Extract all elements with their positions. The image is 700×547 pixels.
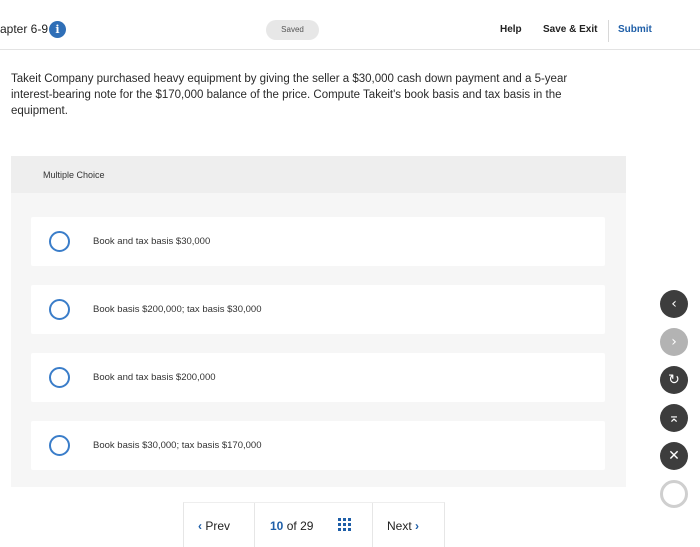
- choice-label: Book basis $200,000; tax basis $30,000: [93, 304, 262, 315]
- radio-button[interactable]: [49, 231, 70, 252]
- page-indicator: 10 of 29: [270, 519, 313, 533]
- chevron-right-icon[interactable]: ›: [660, 328, 688, 356]
- refresh-icon[interactable]: ↻: [660, 366, 688, 394]
- choice-option-1[interactable]: Book and tax basis $30,000: [31, 217, 605, 266]
- choice-label: Book and tax basis $200,000: [93, 372, 216, 383]
- header-divider: [608, 20, 609, 42]
- info-icon[interactable]: i: [49, 21, 66, 38]
- panel-title: Multiple Choice: [43, 170, 105, 180]
- question-text: Takeit Company purchased heavy equipment…: [11, 73, 568, 117]
- page-of-label: of: [286, 519, 297, 533]
- panel-header: Multiple Choice: [11, 156, 626, 193]
- chevron-left-icon[interactable]: ‹: [660, 290, 688, 318]
- next-label: Next: [387, 519, 412, 533]
- pagination-bar: ‹ Prev 10 of 29 Next ›: [183, 502, 445, 547]
- saved-status-badge: Saved: [266, 20, 319, 40]
- total-pages: 29: [300, 519, 314, 533]
- collapse-up-icon[interactable]: ⌅: [660, 404, 688, 432]
- grid-icon[interactable]: [338, 518, 351, 531]
- footer-divider: [372, 503, 373, 547]
- save-exit-link[interactable]: Save & Exit: [543, 24, 597, 35]
- prev-label: Prev: [205, 519, 231, 533]
- top-bar: apter 6-9 i Saved Help Save & Exit Submi…: [0, 12, 700, 50]
- choice-label: Book and tax basis $30,000: [93, 236, 211, 247]
- close-icon[interactable]: ✕: [660, 442, 688, 470]
- choice-label: Book basis $30,000; tax basis $170,000: [93, 440, 262, 451]
- help-link[interactable]: Help: [500, 24, 522, 35]
- chevron-right-icon: ›: [415, 519, 420, 533]
- submit-link[interactable]: Submit: [618, 24, 652, 35]
- chevron-left-icon: ‹: [198, 519, 202, 533]
- radio-button[interactable]: [49, 299, 70, 320]
- footer-divider: [254, 503, 255, 547]
- radio-button[interactable]: [49, 367, 70, 388]
- choice-option-3[interactable]: Book and tax basis $200,000: [31, 353, 605, 402]
- prev-button[interactable]: ‹ Prev: [198, 519, 230, 533]
- choice-option-2[interactable]: Book basis $200,000; tax basis $30,000: [31, 285, 605, 334]
- chapter-title: apter 6-9: [0, 22, 49, 36]
- multiple-choice-panel: Multiple Choice Book and tax basis $30,0…: [11, 156, 626, 487]
- choice-option-4[interactable]: Book basis $30,000; tax basis $170,000: [31, 421, 605, 470]
- next-button[interactable]: Next ›: [387, 519, 419, 533]
- current-page: 10: [270, 519, 284, 533]
- radio-button[interactable]: [49, 435, 70, 456]
- ring-icon[interactable]: [660, 480, 688, 508]
